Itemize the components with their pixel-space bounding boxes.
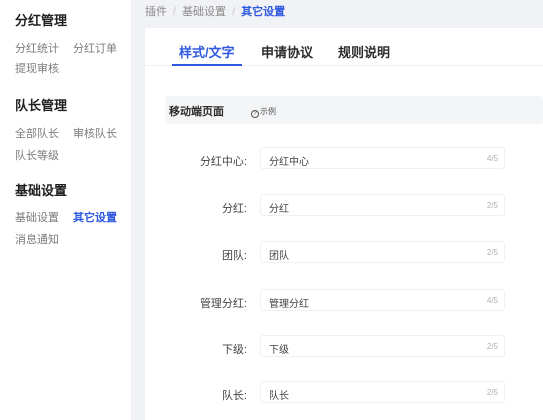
field-input-management-dividend[interactable]: 管理分红 4/5 xyxy=(260,289,505,311)
sidebar-item-captain-levels[interactable]: 队长等级 xyxy=(15,147,59,163)
field-label-dividend-center: 分红中心: xyxy=(199,156,247,168)
sidebar-item-message-notice[interactable]: 消息通知 xyxy=(15,231,59,247)
tab-style-text[interactable]: 样式/文字 xyxy=(179,42,235,61)
field-value: 下级 xyxy=(269,345,289,356)
field-input-captain[interactable]: 队长 2/5 xyxy=(260,381,505,403)
sidebar-item-withdraw-review[interactable]: 提现审核 xyxy=(15,60,59,76)
field-input-subordinate[interactable]: 下级 2/5 xyxy=(260,335,505,357)
sidebar-group-title-settings: 基础设置 xyxy=(15,183,68,198)
field-value: 队长 xyxy=(269,391,289,402)
field-value: 分红中心 xyxy=(269,157,309,168)
example-label: 示例 xyxy=(260,107,276,116)
field-input-team[interactable]: 团队 2/5 xyxy=(260,241,505,263)
active-tab-indicator xyxy=(172,64,242,66)
char-counter: 2/5 xyxy=(486,248,498,257)
field-value: 分红 xyxy=(269,204,289,215)
field-input-dividend-center[interactable]: 分红中心 4/5 xyxy=(260,147,505,169)
field-input-dividend[interactable]: 分红 2/5 xyxy=(260,194,505,216)
char-counter: 4/5 xyxy=(486,296,498,305)
field-value: 管理分红 xyxy=(269,299,309,310)
sidebar-item-dividend-orders[interactable]: 分红订单 xyxy=(73,40,117,56)
char-counter: 4/5 xyxy=(486,154,498,163)
main-card: 样式/文字 申请协议 规则说明 移动端页面 ? 示例 分红中心: 分红中心 4/5… xyxy=(145,28,543,420)
breadcrumb-separator: / xyxy=(232,6,236,18)
sidebar-group-title-dividend: 分红管理 xyxy=(15,13,68,28)
field-label-captain: 队长: xyxy=(221,390,247,402)
sidebar: 分红管理 分红统计 分红订单 提现审核 队长管理 全部队长 审核队长 队长等级 … xyxy=(0,0,131,420)
tab-rules[interactable]: 规则说明 xyxy=(338,42,390,61)
sidebar-item-dividend-stats[interactable]: 分红统计 xyxy=(15,40,59,56)
breadcrumb: 插件 / 基础设置 / 其它设置 xyxy=(145,3,285,19)
example-link[interactable]: ? 示例 xyxy=(251,106,276,118)
breadcrumb-item-current: 其它设置 xyxy=(241,6,286,18)
sidebar-group-title-captain: 队长管理 xyxy=(15,98,68,113)
sidebar-item-review-captains[interactable]: 审核队长 xyxy=(73,125,117,141)
field-label-management-dividend: 管理分红: xyxy=(199,298,247,310)
breadcrumb-item-plugins[interactable]: 插件 xyxy=(145,3,167,19)
char-counter: 2/5 xyxy=(486,388,498,397)
tab-bar: 样式/文字 申请协议 规则说明 xyxy=(145,28,543,66)
field-label-team: 团队: xyxy=(221,250,247,262)
question-circle-icon: ? xyxy=(251,110,259,118)
breadcrumb-item-basic-settings[interactable]: 基础设置 xyxy=(182,3,226,19)
field-label-dividend: 分红: xyxy=(221,203,247,215)
sidebar-item-all-captains[interactable]: 全部队长 xyxy=(15,125,59,141)
field-label-subordinate: 下级: xyxy=(221,344,247,356)
section-title: 移动端页面 xyxy=(169,106,224,118)
char-counter: 2/5 xyxy=(486,201,498,210)
sidebar-item-other-settings[interactable]: 其它设置 xyxy=(73,209,117,225)
tab-application-agreement[interactable]: 申请协议 xyxy=(261,42,313,61)
breadcrumb-separator: / xyxy=(173,6,177,18)
field-value: 团队 xyxy=(269,251,289,262)
sidebar-item-basic-settings[interactable]: 基础设置 xyxy=(15,209,59,225)
char-counter: 2/5 xyxy=(486,342,498,351)
